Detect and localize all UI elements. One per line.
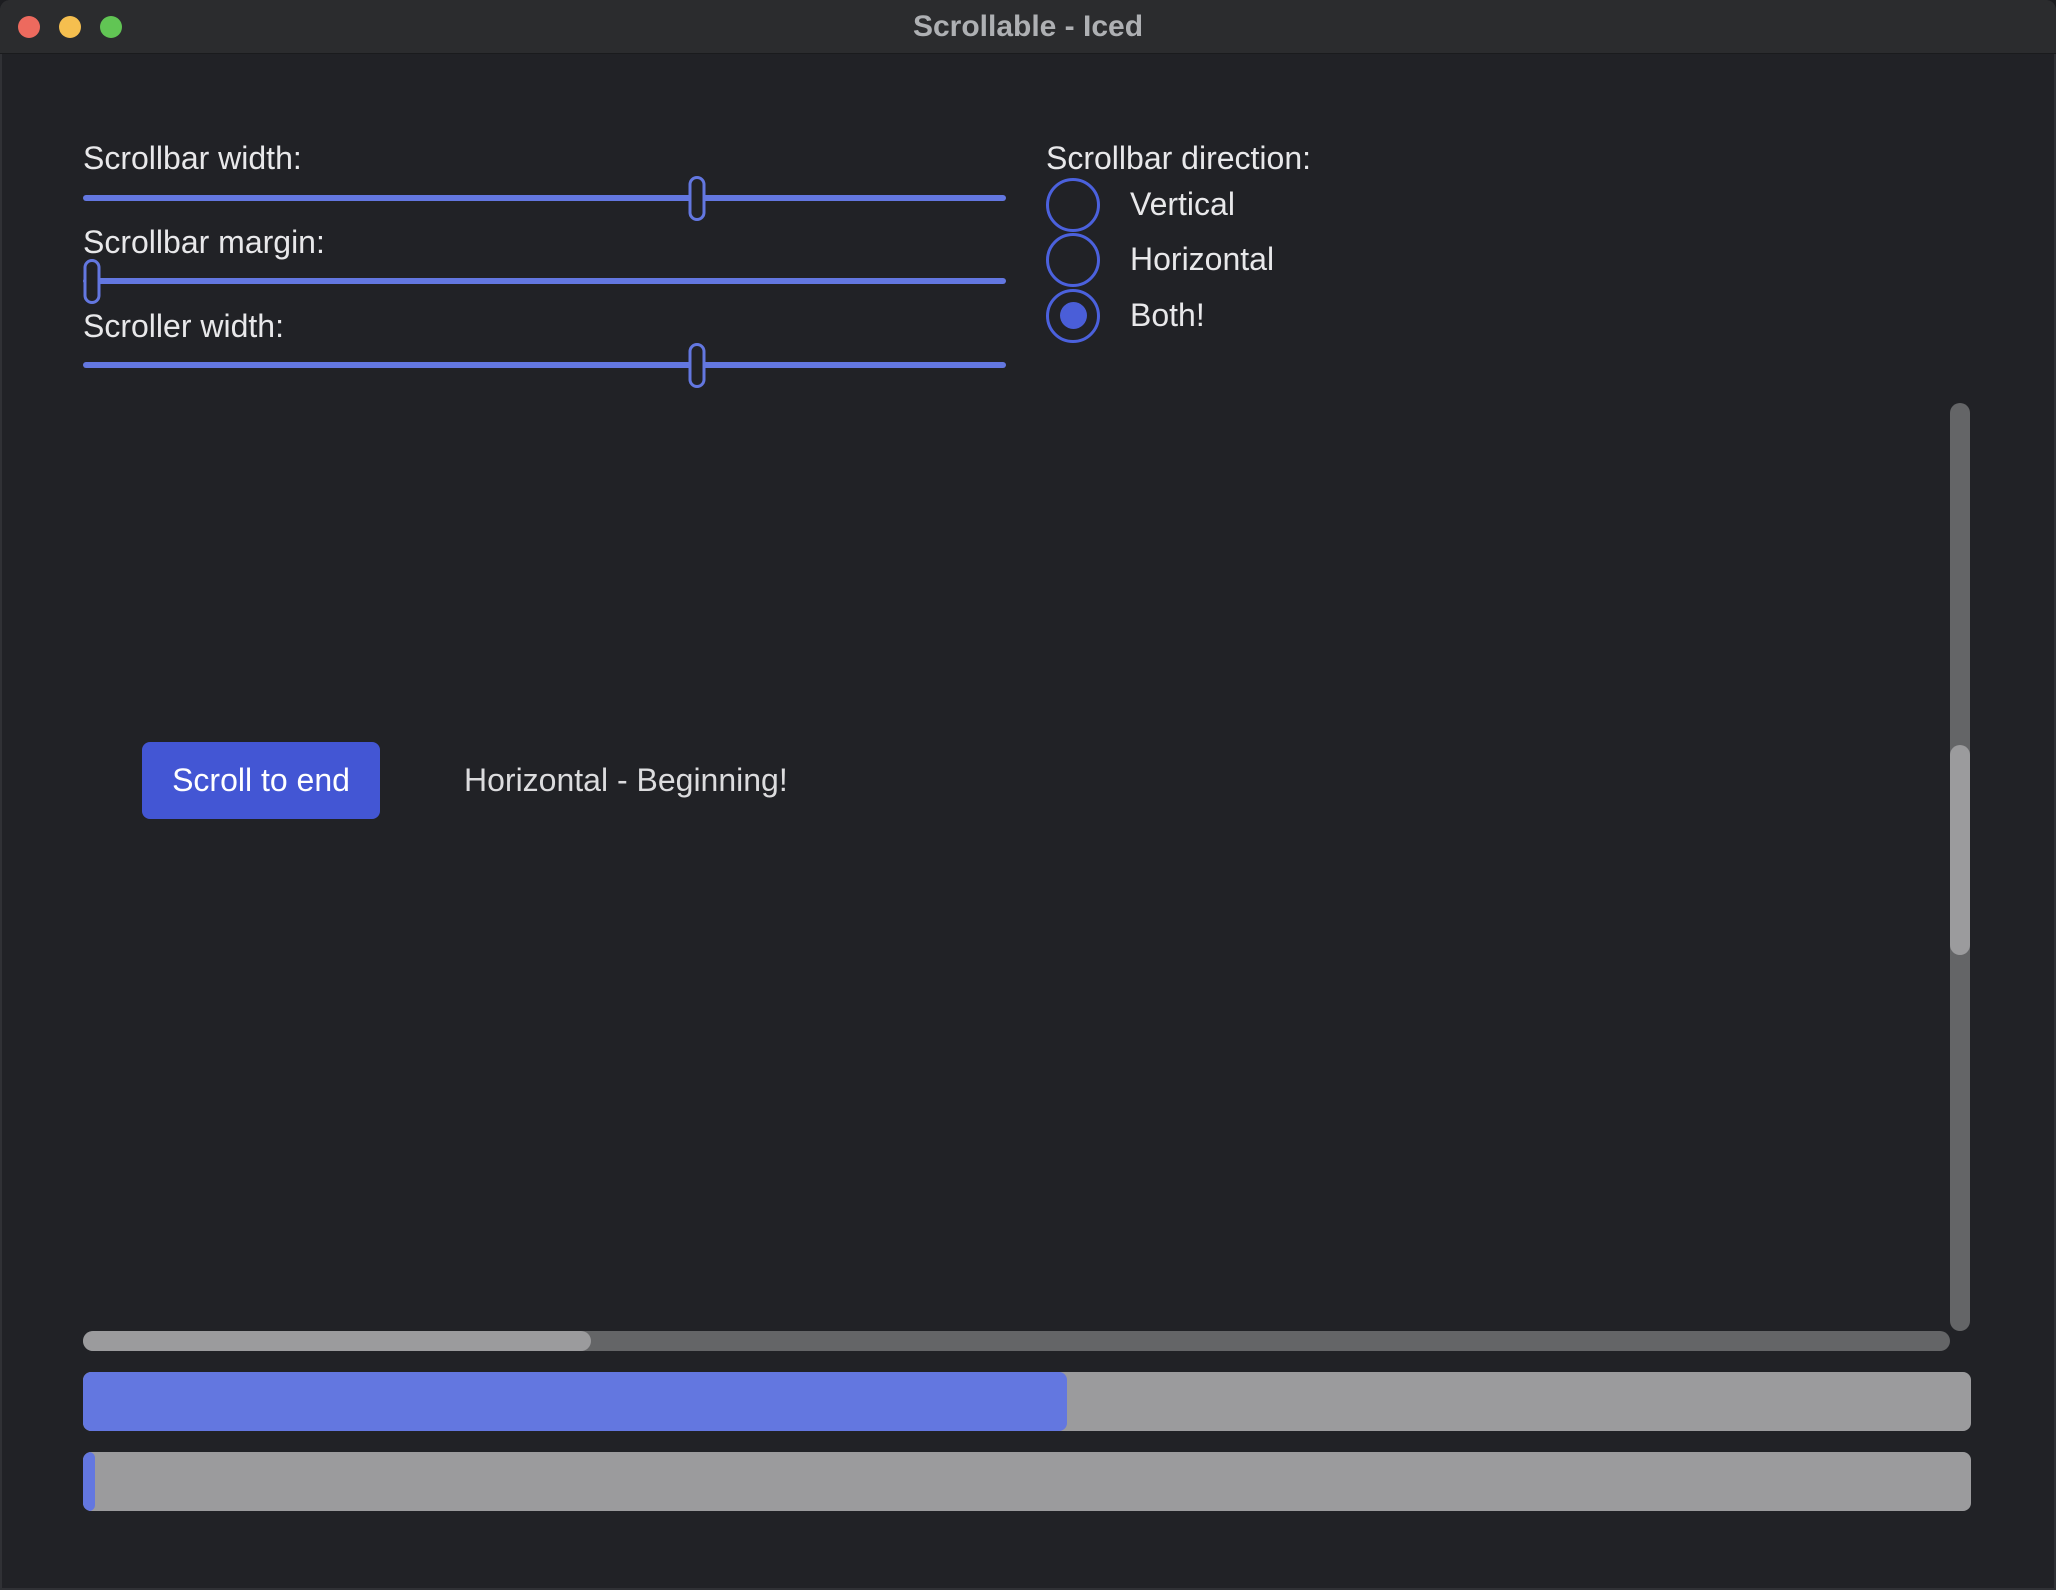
radio-both[interactable]: Both! — [1046, 288, 1205, 343]
radio-horizontal[interactable]: Horizontal — [1046, 232, 1274, 287]
window-title: Scrollable - Iced — [0, 0, 2056, 53]
radio-dot — [1060, 246, 1087, 273]
slider-track[interactable] — [83, 195, 1006, 201]
radio-dot — [1060, 302, 1087, 329]
scroller-width-label: Scroller width: — [83, 306, 284, 346]
progress-fill — [83, 1452, 95, 1511]
vertical-progress-bar — [83, 1452, 1971, 1511]
radio-label: Horizontal — [1130, 241, 1274, 278]
horizontal-scrollbar-rail[interactable] — [83, 1331, 1950, 1351]
radio-label: Both! — [1130, 297, 1205, 334]
scrollbar-direction-label: Scrollbar direction: — [1046, 138, 1311, 178]
slider-handle[interactable] — [84, 259, 101, 304]
scroller-width-slider[interactable] — [83, 343, 1006, 388]
vertical-scrollbar-thumb[interactable] — [1950, 745, 1970, 955]
scrollable-viewport[interactable]: Scroll to end Horizontal - Beginning! — [83, 403, 1970, 1351]
vertical-scrollbar-rail[interactable] — [1950, 403, 1970, 1331]
scrollbar-margin-slider[interactable] — [83, 259, 1006, 304]
slider-handle[interactable] — [688, 343, 705, 388]
radio-label: Vertical — [1130, 186, 1235, 223]
scrollbar-width-label: Scrollbar width: — [83, 138, 302, 178]
radio-vertical[interactable]: Vertical — [1046, 177, 1235, 232]
radio-circle-icon[interactable] — [1046, 233, 1100, 287]
scroll-to-end-button[interactable]: Scroll to end — [142, 742, 380, 819]
slider-track[interactable] — [83, 362, 1006, 368]
scrollbar-margin-label: Scrollbar margin: — [83, 222, 325, 262]
window-titlebar: Scrollable - Iced — [0, 0, 2056, 54]
scroll-status-text: Horizontal - Beginning! — [464, 760, 788, 800]
slider-track[interactable] — [83, 278, 1006, 284]
horizontal-scrollbar-thumb[interactable] — [83, 1331, 591, 1351]
slider-handle[interactable] — [688, 176, 705, 221]
scrollbar-width-slider[interactable] — [83, 176, 1006, 221]
radio-dot — [1060, 191, 1087, 218]
radio-circle-icon[interactable] — [1046, 289, 1100, 343]
progress-fill — [83, 1372, 1067, 1431]
horizontal-progress-bar — [83, 1372, 1971, 1431]
radio-circle-icon[interactable] — [1046, 178, 1100, 232]
app-window: Scrollable - Iced Scrollbar width: Scrol… — [0, 0, 2056, 1590]
